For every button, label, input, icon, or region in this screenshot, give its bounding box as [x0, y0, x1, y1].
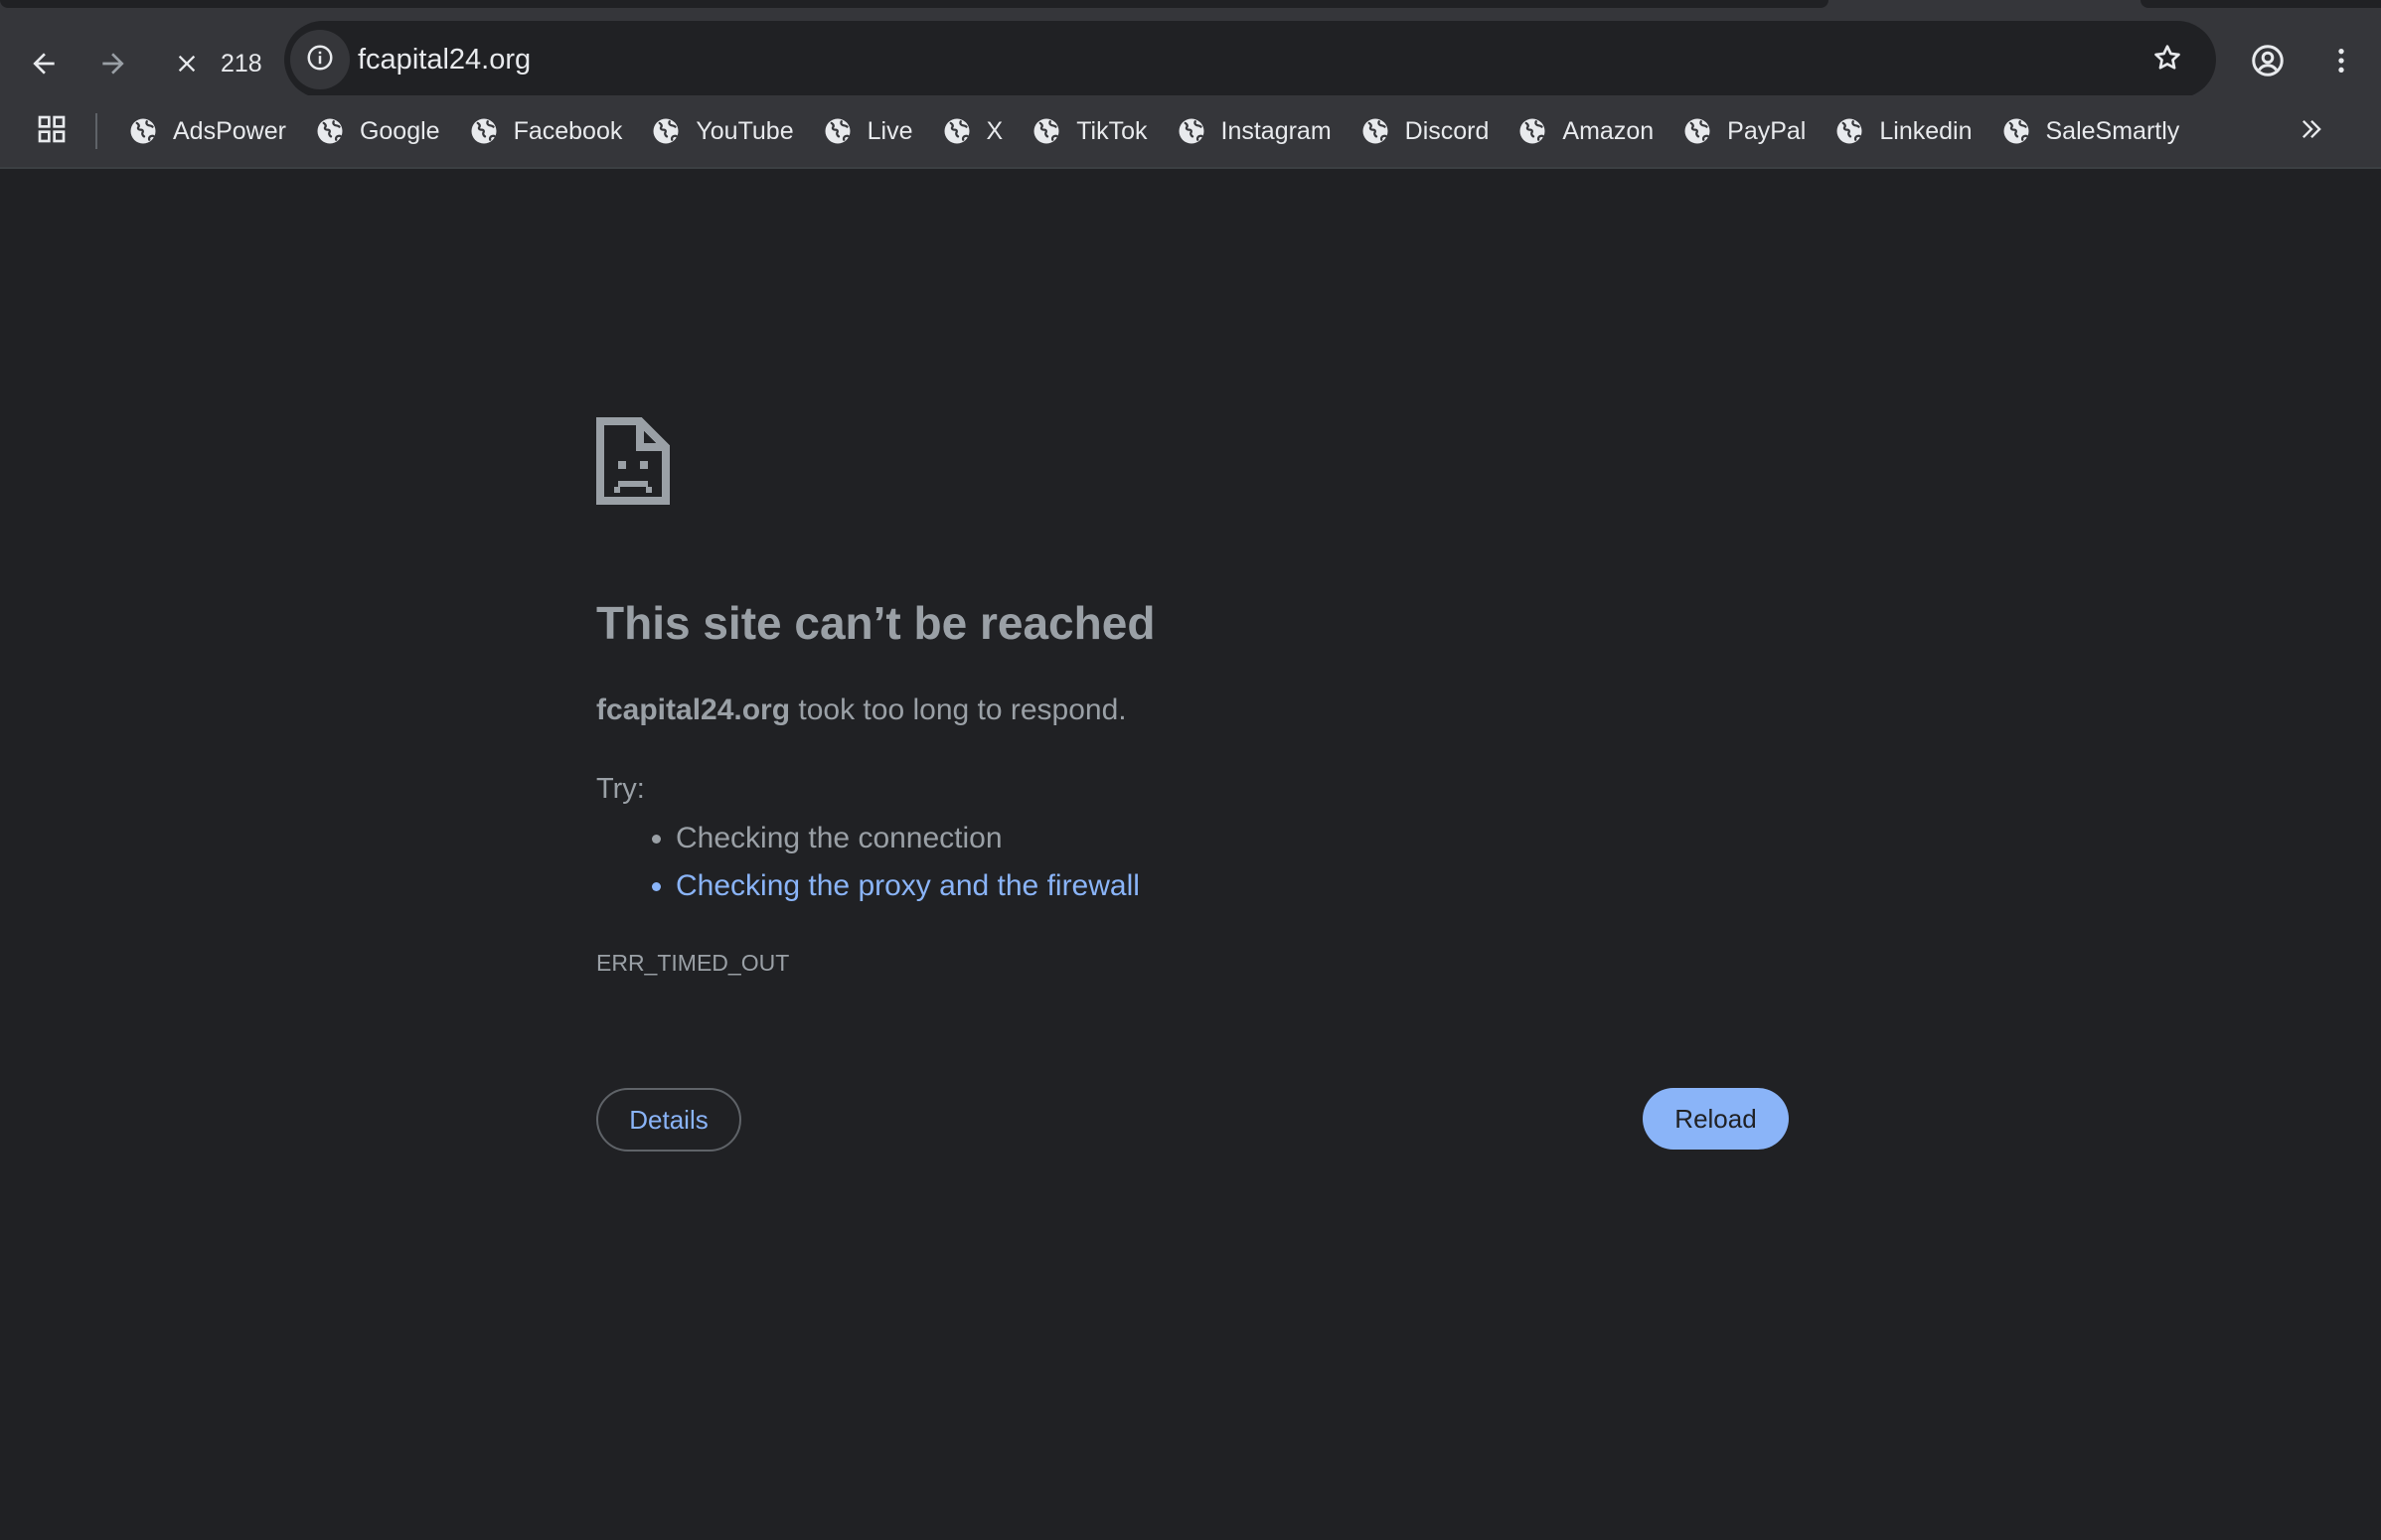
bookmark-item-amazon[interactable]: Amazon [1512, 103, 1664, 159]
bookmark-item-youtube[interactable]: YouTube [646, 103, 803, 159]
browser-menu-button[interactable] [2311, 33, 2371, 92]
error-description: fcapital24.org took too long to respond. [596, 693, 1127, 727]
globe-icon [822, 115, 854, 147]
bookmark-label: YouTube [696, 116, 794, 145]
site-info-button[interactable] [290, 30, 350, 89]
globe-icon [1176, 115, 1207, 147]
browser-toolbar: 218 fcapital24.org [0, 12, 2381, 107]
bookmark-label: AdsPower [173, 116, 286, 145]
apps-button[interactable] [30, 109, 74, 153]
suggestion-connection: Checking the connection [676, 815, 1140, 862]
more-vert-icon [2325, 45, 2357, 81]
error-host: fcapital24.org [596, 693, 791, 726]
bookmark-item-facebook[interactable]: Facebook [464, 103, 633, 159]
bookmark-label: TikTok [1076, 116, 1148, 145]
globe-icon [127, 115, 159, 147]
back-button[interactable] [12, 32, 76, 95]
double-chevron-icon [2298, 115, 2325, 148]
stop-button[interactable] [155, 32, 219, 95]
forward-arrow-icon [97, 48, 129, 79]
bookmark-item-live[interactable]: Live [818, 103, 923, 159]
bookmark-item-adspower[interactable]: AdsPower [123, 103, 296, 159]
globe-icon [1681, 115, 1713, 147]
bookmark-label: Facebook [513, 116, 623, 145]
bookmark-item-tiktok[interactable]: TikTok [1027, 103, 1157, 159]
bookmark-label: Google [359, 116, 440, 145]
bookmarks-bar: AdsPower Google Facebook YouTube Live X TikTok… [0, 95, 2381, 169]
address-bar[interactable]: fcapital24.org [284, 21, 2216, 98]
account-icon [2250, 43, 2286, 83]
forward-button[interactable] [81, 32, 145, 95]
bookmark-label: SaleSmartly [2045, 116, 2180, 145]
bookmark-label: Linkedin [1879, 116, 1973, 145]
bookmark-label: Instagram [1220, 116, 1332, 145]
star-icon [2151, 42, 2183, 78]
try-label: Try: [596, 773, 645, 805]
inactive-tab-edge [2141, 0, 2381, 8]
bookmark-label: Amazon [1562, 116, 1655, 145]
globe-icon [1359, 115, 1391, 147]
bookmark-item-google[interactable]: Google [310, 103, 450, 159]
details-button[interactable]: Details [596, 1088, 741, 1152]
back-arrow-icon [28, 48, 60, 79]
bookmark-label: X [986, 116, 1004, 145]
bookmark-label: PayPal [1727, 116, 1807, 145]
loading-count: 218 [221, 50, 262, 77]
bookmark-label: Discord [1404, 116, 1490, 145]
apps-grid-icon [36, 113, 68, 150]
suggestion-list: Checking the connection Checking the pro… [596, 815, 1140, 910]
globe-icon [650, 115, 682, 147]
bookmark-item-instagram[interactable]: Instagram [1172, 103, 1342, 159]
globe-icon [468, 115, 500, 147]
bookmarks-overflow-button[interactable] [2290, 109, 2333, 153]
suggestion-proxy-firewall-link[interactable]: Checking the proxy and the firewall [676, 862, 1140, 910]
error-title: This site can’t be reached [596, 597, 1156, 649]
sad-file-icon [596, 417, 670, 505]
bookmark-star-button[interactable] [2141, 33, 2194, 86]
bookmark-label: Live [867, 116, 913, 145]
profile-button[interactable] [2238, 33, 2298, 92]
globe-icon [314, 115, 346, 147]
globe-icon [2000, 115, 2032, 147]
active-tab-edge [0, 0, 1828, 8]
globe-icon [1516, 115, 1548, 147]
error-message: took too long to respond. [790, 693, 1127, 726]
error-code: ERR_TIMED_OUT [596, 950, 790, 976]
info-icon [305, 43, 335, 77]
browser-window: 218 fcapital24.org AdsPower Google Faceb… [0, 0, 2381, 1540]
globe-icon [1833, 115, 1865, 147]
url-text[interactable]: fcapital24.org [358, 21, 531, 98]
bookmark-item-linkedin[interactable]: Linkedin [1829, 103, 1982, 159]
bookmark-list: AdsPower Google Facebook YouTube Live X TikTok… [123, 95, 2203, 167]
bookmarks-divider [95, 113, 97, 149]
bookmark-item-x[interactable]: X [937, 103, 1014, 159]
bookmark-item-discord[interactable]: Discord [1355, 103, 1500, 159]
bookmark-item-paypal[interactable]: PayPal [1677, 103, 1816, 159]
reload-button[interactable]: Reload [1643, 1088, 1789, 1150]
globe-icon [941, 115, 973, 147]
stop-loading-icon [173, 50, 201, 77]
globe-icon [1031, 115, 1062, 147]
bookmark-item-salesmartly[interactable]: SaleSmartly [1996, 103, 2190, 159]
